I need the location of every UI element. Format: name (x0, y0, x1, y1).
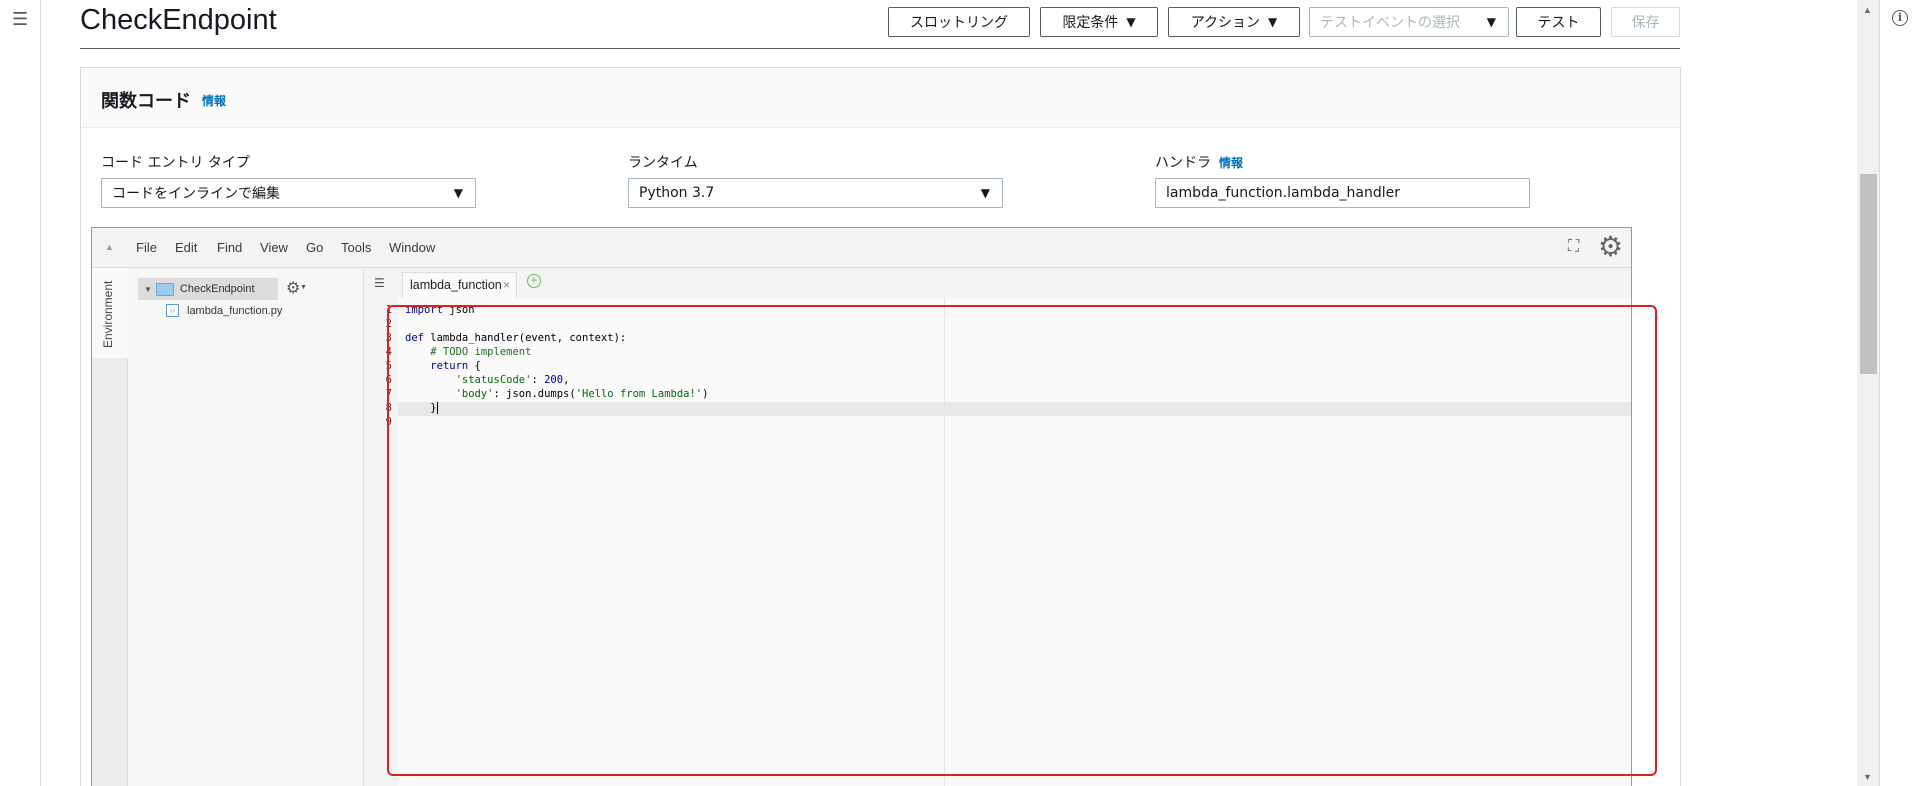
entry-type-value: コードをインラインで編集 (112, 186, 280, 202)
menu-file[interactable]: File (136, 240, 157, 255)
caret-down-icon: ▼ (1268, 15, 1278, 29)
test-event-select[interactable]: テストイベントの選択 ▼ (1309, 7, 1509, 37)
menu-window[interactable]: Window (389, 240, 435, 255)
test-label: テスト (1537, 15, 1580, 31)
scrollbar-thumb[interactable] (1860, 174, 1877, 374)
caret-down-icon: ▼ (1126, 15, 1136, 29)
menu-edit[interactable]: Edit (175, 240, 197, 255)
entry-type-select[interactable]: コードをインラインで編集 ▼ (101, 178, 476, 208)
entry-type-label: コード エントリ タイプ (101, 155, 250, 171)
highlight-annotation-box (387, 305, 1657, 776)
caret-down-icon: ▼ (980, 186, 990, 200)
handler-info-link[interactable]: 情報 (1219, 156, 1243, 170)
save-button[interactable]: 保存 (1611, 7, 1680, 37)
handler-value: lambda_function.lambda_handler (1166, 185, 1401, 201)
file-tree: ▼ CheckEndpoint ⚙ ▼ ‹› lambda_function.p… (128, 268, 364, 786)
handler-input[interactable]: lambda_function.lambda_handler (1155, 178, 1530, 208)
collapse-triangle-icon[interactable]: ▲ (105, 242, 114, 252)
info-icon[interactable]: i (1892, 10, 1908, 26)
menu-find[interactable]: Find (217, 240, 242, 255)
left-navigation-rail: ☰ (0, 0, 41, 786)
gear-icon[interactable]: ⚙ (1598, 232, 1623, 262)
runtime-value: Python 3.7 (639, 185, 715, 201)
section-info-link[interactable]: 情報 (202, 92, 226, 109)
qualifiers-button[interactable]: 限定条件 ▼ (1040, 7, 1158, 37)
runtime-label: ランタイム (628, 155, 698, 171)
hamburger-icon[interactable]: ☰ (12, 10, 28, 28)
throttle-label: スロットリング (910, 15, 1008, 31)
tree-file-item[interactable]: ‹› lambda_function.py (166, 304, 282, 317)
editor-menu-bar: ▲ File Edit Find View Go Tools Window ⛶ … (92, 228, 1631, 268)
caret-down-icon[interactable]: ▼ (144, 285, 152, 294)
panel-header: 関数コード 情報 (81, 68, 1680, 128)
python-file-icon: ‹› (166, 304, 179, 317)
caret-down-icon[interactable]: ▼ (300, 284, 307, 291)
tree-root-label: CheckEndpoint (179, 283, 255, 295)
handler-label: ハンドラ (1155, 155, 1211, 171)
environment-tab-label: Environment (101, 280, 115, 348)
tab-list-icon[interactable]: ☰ (374, 276, 385, 290)
test-event-placeholder: テストイベントの選択 (1320, 15, 1460, 31)
caret-down-icon: ▼ (453, 186, 463, 200)
actions-label: アクション (1190, 15, 1261, 31)
throttle-button[interactable]: スロットリング (888, 7, 1030, 37)
menu-tools[interactable]: Tools (341, 240, 371, 255)
gear-icon[interactable]: ⚙ (286, 278, 300, 298)
right-info-rail: i (1879, 0, 1919, 786)
expand-icon[interactable]: ⛶ (1568, 238, 1579, 256)
header-divider (80, 48, 1680, 49)
folder-icon (155, 282, 174, 296)
close-icon[interactable]: × (503, 273, 510, 297)
environment-side-panel: Environment (92, 268, 128, 786)
tab-lambda-function[interactable]: lambda_function × (402, 272, 517, 298)
handler-label-group: ハンドラ 情報 (1155, 152, 1243, 172)
save-label: 保存 (1631, 15, 1660, 31)
page-scrollbar[interactable]: ▲ ▼ (1857, 0, 1879, 786)
caret-down-icon: ▼ (1486, 15, 1496, 29)
add-tab-icon[interactable]: + (527, 274, 541, 288)
runtime-select[interactable]: Python 3.7 ▼ (628, 178, 1003, 208)
test-button[interactable]: テスト (1516, 7, 1601, 37)
menu-go[interactable]: Go (306, 240, 323, 255)
page-title: CheckEndpoint (80, 4, 277, 36)
actions-button[interactable]: アクション ▼ (1168, 7, 1300, 37)
tree-root-folder[interactable]: ▼ CheckEndpoint (138, 278, 278, 300)
tab-label: lambda_function (410, 278, 502, 292)
qualifiers-label: 限定条件 (1062, 15, 1119, 31)
editor-tab-bar: ☰ lambda_function × + (364, 268, 1631, 298)
tree-file-label: lambda_function.py (187, 304, 283, 317)
scroll-down-icon[interactable]: ▼ (1863, 772, 1872, 782)
menu-view[interactable]: View (260, 240, 288, 255)
scroll-up-icon[interactable]: ▲ (1863, 5, 1872, 15)
section-title: 関数コード (101, 91, 191, 112)
environment-tab[interactable]: Environment (92, 268, 128, 358)
